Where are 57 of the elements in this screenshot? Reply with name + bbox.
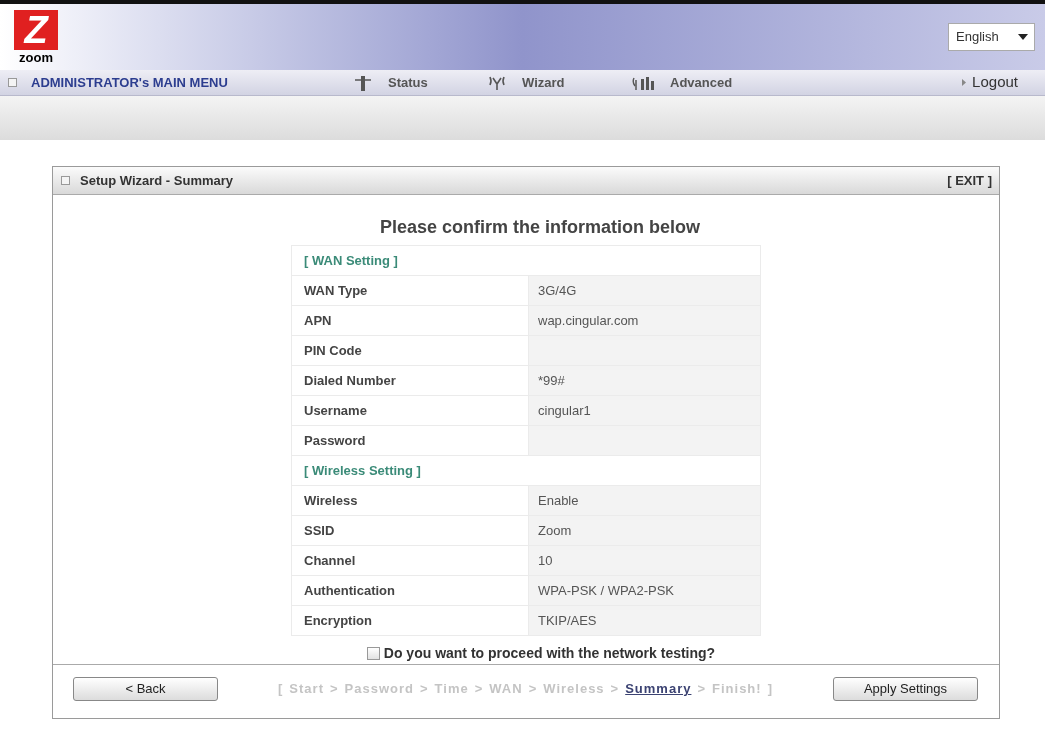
square-icon xyxy=(61,176,70,185)
field-label: PIN Code xyxy=(304,341,362,360)
field-label: Encryption xyxy=(304,611,372,630)
square-icon xyxy=(8,78,17,87)
value-cell: wap.cingular.com xyxy=(529,306,760,335)
step-separator: > xyxy=(330,680,339,699)
main-menu-title: ADMINISTRATOR's MAIN MENU xyxy=(31,73,228,92)
value-cell: Enable xyxy=(529,486,760,515)
field-label: APN xyxy=(304,311,332,330)
checkbox[interactable] xyxy=(366,646,380,660)
field-label: SSID xyxy=(304,521,335,540)
field-label: Username xyxy=(304,401,367,420)
wizard-step: Start xyxy=(289,679,324,699)
wizard-step: Summary xyxy=(625,679,692,699)
exit-link[interactable]: [ EXIT ] xyxy=(947,170,992,191)
nav-link[interactable]: Advanced xyxy=(670,72,733,93)
step-separator: > xyxy=(697,680,707,699)
nav-link[interactable]: Status xyxy=(388,72,428,93)
value-cell: 10 xyxy=(529,546,760,575)
step-separator: > xyxy=(474,680,484,699)
antenna-icon xyxy=(354,74,372,91)
field-label: WAN Type xyxy=(304,281,368,300)
language-select[interactable]: English xyxy=(948,23,1035,51)
wizard-step: Password xyxy=(344,679,414,699)
value-cell: cingular1 xyxy=(529,396,760,425)
step-separator: > xyxy=(420,680,429,699)
value-cell: TKIP/AES xyxy=(529,606,760,635)
back-button[interactable]: < Back xyxy=(73,677,218,701)
nav-link[interactable]: Wizard xyxy=(522,72,565,93)
section-heading: [ WAN Setting ] xyxy=(304,251,398,270)
summary-heading: Please confirm the information below xyxy=(379,216,701,238)
wizard-step: WAN xyxy=(489,679,523,699)
breadcrumb-bracket: ] xyxy=(767,680,773,699)
signal-bars-icon xyxy=(632,74,654,91)
step-separator: > xyxy=(528,680,538,699)
value-cell: WPA-PSK / WPA2-PSK xyxy=(529,576,760,605)
checkbox-label: Do you want to proceed with the network testing? xyxy=(383,643,716,663)
apply-settings-button[interactable]: Apply Settings xyxy=(833,677,978,701)
logout-link[interactable]: Logout xyxy=(972,71,1018,94)
field-label: Password xyxy=(304,431,366,450)
triangle-right-icon xyxy=(962,79,967,86)
field-label: Authentication xyxy=(304,581,395,600)
field-label: Dialed Number xyxy=(304,371,396,390)
wizard-step: Time xyxy=(434,679,469,699)
field-label: Channel xyxy=(304,551,356,570)
section-heading: [ Wireless Setting ] xyxy=(304,461,421,480)
caret-down-icon xyxy=(1018,34,1028,40)
wizard-step: Finish! xyxy=(712,679,762,699)
step-separator: > xyxy=(610,680,620,699)
antenna-waves-icon xyxy=(488,74,506,91)
value-cell: 3G/4G xyxy=(529,276,760,305)
value-cell: Zoom xyxy=(529,516,760,545)
panel-title: Setup Wizard - Summary xyxy=(80,171,234,190)
value-cell: *99# xyxy=(529,366,760,395)
breadcrumb-bracket: [ xyxy=(278,680,284,699)
wizard-step: Wireless xyxy=(543,679,605,699)
field-label: Wireless xyxy=(304,491,358,510)
